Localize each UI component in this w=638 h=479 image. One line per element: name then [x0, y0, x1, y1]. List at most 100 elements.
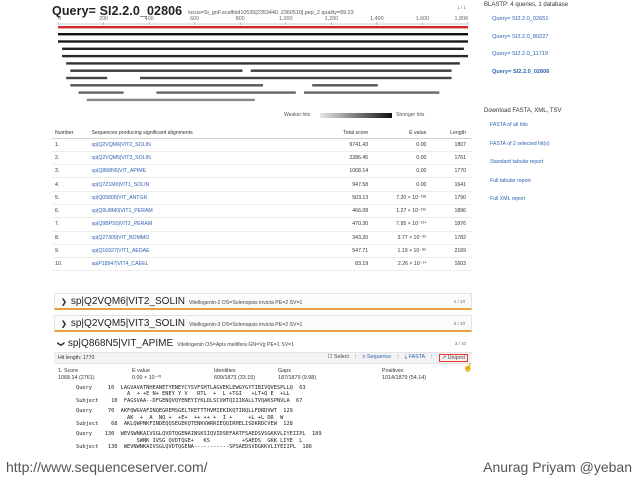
download-links: FASTA of all hits FASTA of 2 selected hit…	[490, 122, 550, 215]
fasta-download-button[interactable]: ⤓ FASTA	[405, 354, 426, 362]
hit-accession-link[interactable]: sp|Q27309|VIT_BOMMO	[91, 231, 323, 245]
chevron-right-icon: ❯	[61, 299, 67, 306]
hit-accession-link[interactable]: sp|Q2VQM5|VIT3_SOLIN	[91, 151, 323, 166]
axis-tick-label: 800	[236, 16, 245, 22]
hit-accession: sp|Q2VQM5|VIT3_SOLIN	[70, 318, 186, 329]
download-link[interactable]: FASTA of 2 selected hit(s)	[490, 141, 550, 160]
hits-table: Number Sequences producing significant a…	[52, 128, 472, 272]
hit-accession-link[interactable]: sp|Q9BPS0|VIT2_PERAM	[91, 217, 323, 232]
hit-length: 1876	[430, 217, 472, 232]
hit-toolbar: Hit length: 1770 ☐ Select | ≡ Sequence |…	[54, 352, 473, 372]
stat-value-positives: 1014/1879 (54.14)	[382, 375, 427, 381]
download-link[interactable]: Full tabular report	[490, 178, 550, 197]
hit-bar	[304, 91, 440, 94]
hit-accession-link[interactable]: sp|Q2VQM6|VIT2_SOLIN	[91, 138, 323, 152]
uniprot-link[interactable]: ↗ Uniprot	[438, 354, 468, 362]
hit-panel-2[interactable]: ❯ sp|Q2VQM5|VIT3_SOLIN Vitellogenin-3 OS…	[54, 315, 472, 332]
download-link[interactable]: Full XML report	[490, 196, 550, 215]
hit-evalue: 0.00	[372, 164, 431, 179]
hit-length: 1770	[430, 164, 472, 179]
stat-value-identities: 609/1873 (33.15)	[214, 375, 256, 381]
sidebar-query-link[interactable]: Query= SI2.2.0_80227	[492, 34, 549, 52]
hit-panel-3-expanded: ❯ sp|Q868N5|VIT_APIME Vitellogenin OS=Ap…	[54, 337, 473, 479]
hit-length: Hit length: 1770	[58, 355, 95, 361]
table-row: 2. sp|Q2VQM5|VIT3_SOLIN 2286.45 0.00 1761	[52, 151, 472, 166]
fasta-label: FASTA	[408, 354, 426, 360]
legend-weaker-label: Weaker hits	[284, 112, 311, 118]
hit-number: 9.	[52, 244, 92, 259]
hit-length: 1603	[430, 257, 472, 272]
pairwise-alignment: Query 10 LAGVAVATNHEANETYENEYCYSVFSHTLAG…	[76, 385, 322, 455]
table-row: 5. sp|Q05808|VIT_ANTGR 503.13 7.20 × 10⁻¹³⁸…	[52, 191, 472, 205]
legend-gradient	[320, 113, 392, 118]
legend-stronger-label: Stronger hits	[396, 112, 425, 118]
hit-count: 2 / 10	[453, 321, 465, 326]
table-row: 10. sp|P18947|VIT4_CAEEL 83.19 2.26 × 10⁻¹⁴…	[52, 257, 472, 272]
hit-accession: sp|Q2VQM6|VIT2_SOLIN	[70, 296, 186, 307]
col-number: Number	[52, 128, 92, 139]
hit-evalue: 0.00	[372, 151, 431, 166]
hits-table-header: Number Sequences producing significant a…	[52, 128, 472, 139]
hit-total-score: 83.19	[322, 257, 373, 272]
hit-number: 8.	[52, 231, 92, 245]
hit-accession-link[interactable]: sp|Q05808|VIT_ANTGR	[91, 191, 323, 205]
hit-description: Vitellogenin OS=Apis mellifera GN=Vg PE=…	[177, 342, 295, 348]
hit-accession-link[interactable]: sp|P18947|VIT4_CAEEL	[91, 257, 323, 272]
sequenceserver-results-page: Query= SI2.2.0_02806 locus=Si_gnF.scaffo…	[0, 0, 638, 479]
sequence-button[interactable]: ≡ Sequence	[362, 354, 391, 362]
table-row: 8. sp|Q27309|VIT_BOMMO 343.20 3.77 × 10⁻⁹⁰ 1…	[52, 231, 472, 245]
hit-bar	[62, 54, 468, 58]
hit-bar	[70, 84, 263, 87]
hit-evalue: 0.00	[372, 138, 431, 152]
stat-value-gaps: 187/1879 (9.98)	[278, 375, 317, 381]
hit-bar	[86, 98, 255, 102]
hit-number: 5.	[52, 191, 92, 205]
hit-length: 1641	[430, 177, 472, 192]
hit-accession-link[interactable]: sp|Q868N5|VIT_APIME	[91, 164, 323, 179]
footer-author: Anurag Priyam @yeban	[483, 459, 632, 475]
download-link[interactable]: FASTA of all hits	[490, 122, 550, 141]
query-line	[58, 26, 468, 29]
select-checkbox[interactable]: ☐ Select	[328, 354, 349, 362]
hit-total-score: 1068.14	[322, 164, 373, 179]
axis-tick-label: 1,200	[325, 16, 339, 22]
alignment-line: Subject 130 WEVNWNKAIVSGLQVDTQGENA------…	[76, 444, 312, 451]
stats-labels: 1. Score E value Identities Gaps Positiv…	[58, 368, 470, 375]
axis-tick-label: 200	[99, 16, 108, 22]
hit-bar	[58, 33, 468, 36]
stat-value-evalue: 0.00 × 10⁻⁰¹	[132, 375, 162, 381]
download-title: Download FASTA, XML, TSV	[484, 108, 562, 114]
download-link[interactable]: Standard tabular report	[490, 159, 550, 178]
hit-accession-link[interactable]: sp|Q16927|VIT1_AEDAE	[91, 244, 323, 259]
hit-length: 1807	[430, 138, 472, 152]
hit-header[interactable]: ❯ sp|Q868N5|VIT_APIME Vitellogenin OS=Ap…	[56, 338, 295, 349]
sequence-label: Sequence	[366, 354, 392, 360]
hit-number: 3.	[52, 164, 92, 179]
sidebar-query-link[interactable]: Query= SI2.2.0_11719	[492, 51, 549, 69]
stat-label-evalue: E value	[132, 368, 150, 374]
axis-tick-label: 600	[190, 16, 199, 22]
hit-accession-link[interactable]: sp|Q7Z1M0|VIT1_SOLIN	[91, 177, 323, 192]
hit-length: 1761	[430, 151, 472, 166]
table-row: 1. sp|Q2VQM6|VIT2_SOLIN 9741.43 0.00 1807	[52, 138, 472, 152]
sidebar-query-link[interactable]: Query= SI2.2.0_02651	[492, 16, 549, 34]
col-evalue: E value	[372, 128, 431, 139]
hit-number: 1.	[52, 138, 92, 152]
hit-bar	[78, 91, 124, 94]
hit-bar	[70, 69, 243, 72]
alignment-block: Query 70 AKFQWGVAFINQEGREMSGELTKETTTHVMI…	[76, 408, 322, 427]
stat-value-score: 1068.14 (2761)	[58, 375, 95, 381]
hit-evalue: 7.95 × 10⁻¹²⁴	[372, 217, 431, 232]
hit-accession-link[interactable]: sp|Q9U8M0|VIT1_PERAM	[91, 204, 323, 219]
hit-length: 1782	[430, 231, 472, 245]
axis-tick-label: 1,000	[279, 16, 293, 22]
hit-number: 10.	[52, 257, 92, 272]
chevron-down-icon: ❯	[56, 341, 64, 347]
hit-bar	[66, 62, 460, 65]
results-sidebar: BLASTP: 4 queries, 1 database Query= SI2…	[480, 0, 638, 479]
hit-strength-legend: Weaker hits Stronger hits	[52, 111, 472, 121]
sidebar-query-link[interactable]: Query= SI2.2.0_02806	[492, 69, 549, 87]
hit-evalue: 2.26 × 10⁻¹⁴	[372, 257, 431, 272]
hit-number: 2.	[52, 151, 92, 166]
hit-panel-1[interactable]: ❯ sp|Q2VQM6|VIT2_SOLIN Vitellogenin-2 OS…	[54, 293, 472, 310]
